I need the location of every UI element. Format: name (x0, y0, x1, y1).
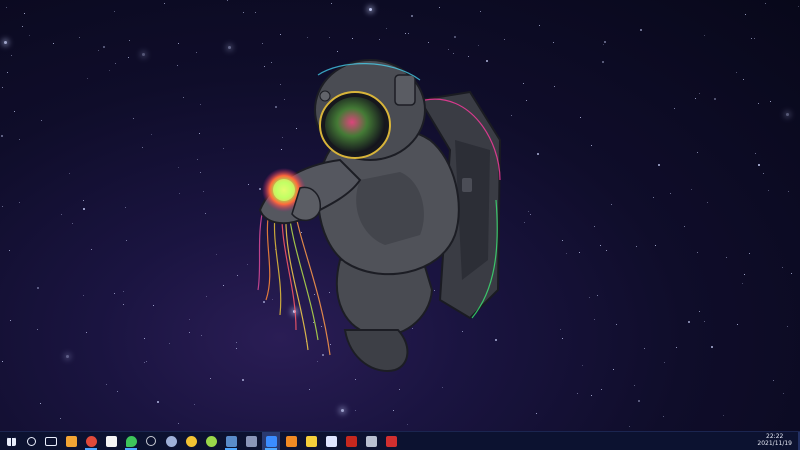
steam-taskbar-button[interactable] (222, 432, 240, 450)
clock-date: 2021/11/19 (757, 440, 792, 447)
game-controller-taskbar-button[interactable] (362, 432, 380, 450)
green-smiley-app-taskbar-button[interactable] (202, 432, 220, 450)
clock-time: 22:22 (766, 433, 784, 440)
wps-icon (385, 435, 397, 447)
taskbar: 22:22 2021/11/19 (0, 431, 800, 450)
steam-icon (225, 435, 237, 447)
sphere-app-taskbar-button[interactable] (162, 432, 180, 450)
media-player-taskbar-button[interactable] (262, 432, 280, 450)
orange-app-taskbar-button[interactable] (282, 432, 300, 450)
chrome-taskbar-button[interactable] (82, 432, 100, 450)
sphere-app-icon (165, 435, 177, 447)
dock-app-taskbar-button[interactable] (322, 432, 340, 450)
filezilla-icon (345, 435, 357, 447)
wechat-taskbar-button[interactable] (122, 432, 140, 450)
generic-app-icon (245, 435, 257, 447)
settings-gear-taskbar-button[interactable] (142, 432, 160, 450)
green-smiley-app-icon (205, 435, 217, 447)
qq-icon (105, 435, 117, 447)
yellow-face-app-taskbar-button[interactable] (182, 432, 200, 450)
settings-gear-icon (146, 436, 156, 446)
search-taskbar-button[interactable] (22, 432, 40, 450)
wechat-icon (125, 435, 137, 447)
astronaut-wallpaper (257, 59, 502, 372)
task-view-taskbar-button[interactable] (42, 432, 60, 450)
media-player-icon (265, 435, 277, 447)
generic-app-taskbar-button[interactable] (242, 432, 260, 450)
chrome-icon (85, 435, 97, 447)
jellyfish-tendrils (257, 204, 331, 356)
search-icon (26, 436, 36, 446)
sticky-notes-icon (305, 435, 317, 447)
dock-app-icon (325, 435, 337, 447)
helmet-visor (325, 97, 385, 153)
game-controller-icon (365, 435, 377, 447)
sticky-notes-taskbar-button[interactable] (302, 432, 320, 450)
file-explorer-icon (65, 435, 77, 447)
windows-start-icon (6, 436, 16, 446)
yellow-face-app-icon (185, 435, 197, 447)
task-view-icon (45, 436, 57, 446)
filezilla-taskbar-button[interactable] (342, 432, 360, 450)
qq-taskbar-button[interactable] (102, 432, 120, 450)
desktop (0, 0, 800, 432)
orange-app-icon (285, 435, 297, 447)
system-clock[interactable]: 22:22 2021/11/19 (757, 433, 792, 447)
wps-taskbar-button[interactable] (382, 432, 400, 450)
file-explorer-taskbar-button[interactable] (62, 432, 80, 450)
windows-start-taskbar-button[interactable] (2, 432, 20, 450)
